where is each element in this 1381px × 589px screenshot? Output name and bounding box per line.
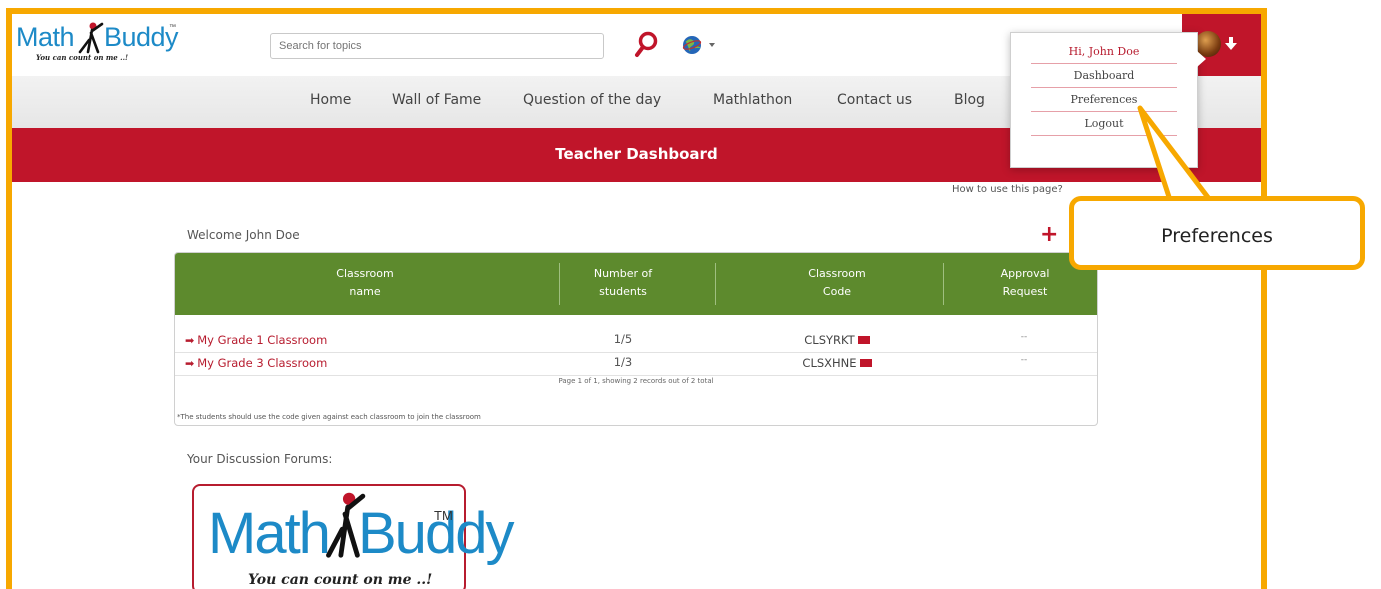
forum-logo-tm: TM bbox=[434, 508, 453, 523]
table-header: Classroom name Number of students Classr… bbox=[175, 253, 1097, 315]
logo-math: Math bbox=[16, 22, 75, 52]
dropdown-notch bbox=[1197, 51, 1206, 67]
forum-card[interactable]: Math Buddy TM You can count on me ..! bbox=[192, 484, 514, 589]
nav-blog[interactable]: Blog bbox=[954, 92, 985, 108]
nav-mathlathon[interactable]: Mathlathon bbox=[713, 92, 792, 108]
search-icon[interactable] bbox=[634, 30, 660, 58]
language-globe-icon[interactable] bbox=[681, 34, 725, 56]
arrow-right-icon: ➡ bbox=[185, 334, 195, 347]
stick-figure-icon bbox=[78, 22, 104, 54]
logo-tagline: You can count on me ..! bbox=[36, 53, 129, 62]
mathbuddy-logo[interactable]: Math Buddy ™ You can count on me ..! bbox=[16, 22, 179, 70]
envelope-icon[interactable] bbox=[857, 336, 870, 344]
help-link[interactable]: How to use this page? bbox=[952, 184, 1063, 195]
nav-wall-of-fame[interactable]: Wall of Fame bbox=[392, 92, 481, 108]
approval-request: -- bbox=[1020, 332, 1028, 342]
header-divider bbox=[715, 263, 716, 305]
screenshot-frame: Math Buddy ™ You can count on me ..! Sea… bbox=[6, 8, 1267, 589]
welcome-text: Welcome John Doe bbox=[187, 228, 300, 242]
pagination-info: Page 1 of 1, showing 2 records out of 2 … bbox=[558, 377, 714, 385]
nav-question-of-the-day[interactable]: Question of the day bbox=[523, 92, 661, 108]
search-input[interactable] bbox=[270, 33, 604, 59]
col-header-classroom-code: Classroom Code bbox=[808, 267, 866, 298]
arrow-right-icon: ➡ bbox=[185, 357, 195, 370]
logo-tm: ™ bbox=[169, 24, 176, 31]
classroom-code: CLSXHNE bbox=[777, 356, 897, 370]
callout-text: Preferences bbox=[1161, 225, 1273, 247]
col-header-classroom-name: Classroom name bbox=[336, 267, 394, 298]
add-classroom-plus-icon[interactable]: + bbox=[1040, 224, 1058, 246]
envelope-icon[interactable] bbox=[859, 359, 872, 367]
col-header-number-of-students: Number of students bbox=[593, 267, 653, 298]
classroom-code: CLSYRKT bbox=[777, 333, 897, 347]
classroom-link[interactable]: ➡ My Grade 1 Classroom bbox=[185, 333, 327, 347]
approval-request: -- bbox=[1020, 355, 1028, 365]
menu-item-dashboard[interactable]: Dashboard bbox=[1031, 64, 1177, 88]
col-header-approval-request: Approval Request bbox=[1000, 267, 1050, 298]
user-greeting: Hi, John Doe bbox=[1031, 40, 1177, 64]
nav-home[interactable]: Home bbox=[310, 92, 351, 108]
forums-label: Your Discussion Forums: bbox=[187, 452, 333, 466]
header-divider bbox=[943, 263, 944, 305]
table-footnote: *The students should use the code given … bbox=[177, 413, 481, 421]
callout-box: Preferences bbox=[1069, 196, 1365, 270]
student-count: 1/3 bbox=[613, 355, 633, 369]
forum-logo-tagline: You can count on me ..! bbox=[248, 572, 433, 588]
header-divider bbox=[559, 263, 560, 305]
table-row: ➡ My Grade 1 Classroom 1/5 CLSYRKT -- bbox=[175, 330, 1097, 353]
forum-logo-math: Math bbox=[208, 501, 331, 566]
callout-pointer bbox=[1137, 105, 1213, 203]
nav-contact-us[interactable]: Contact us bbox=[837, 92, 912, 108]
logo-buddy: Buddy bbox=[104, 22, 179, 52]
classroom-link[interactable]: ➡ My Grade 3 Classroom bbox=[185, 356, 327, 370]
classroom-table: Classroom name Number of students Classr… bbox=[174, 252, 1098, 426]
table-row: ➡ My Grade 3 Classroom 1/3 CLSXHNE -- bbox=[175, 353, 1097, 376]
arrow-down-icon[interactable] bbox=[1224, 34, 1238, 52]
student-count: 1/5 bbox=[613, 332, 633, 346]
